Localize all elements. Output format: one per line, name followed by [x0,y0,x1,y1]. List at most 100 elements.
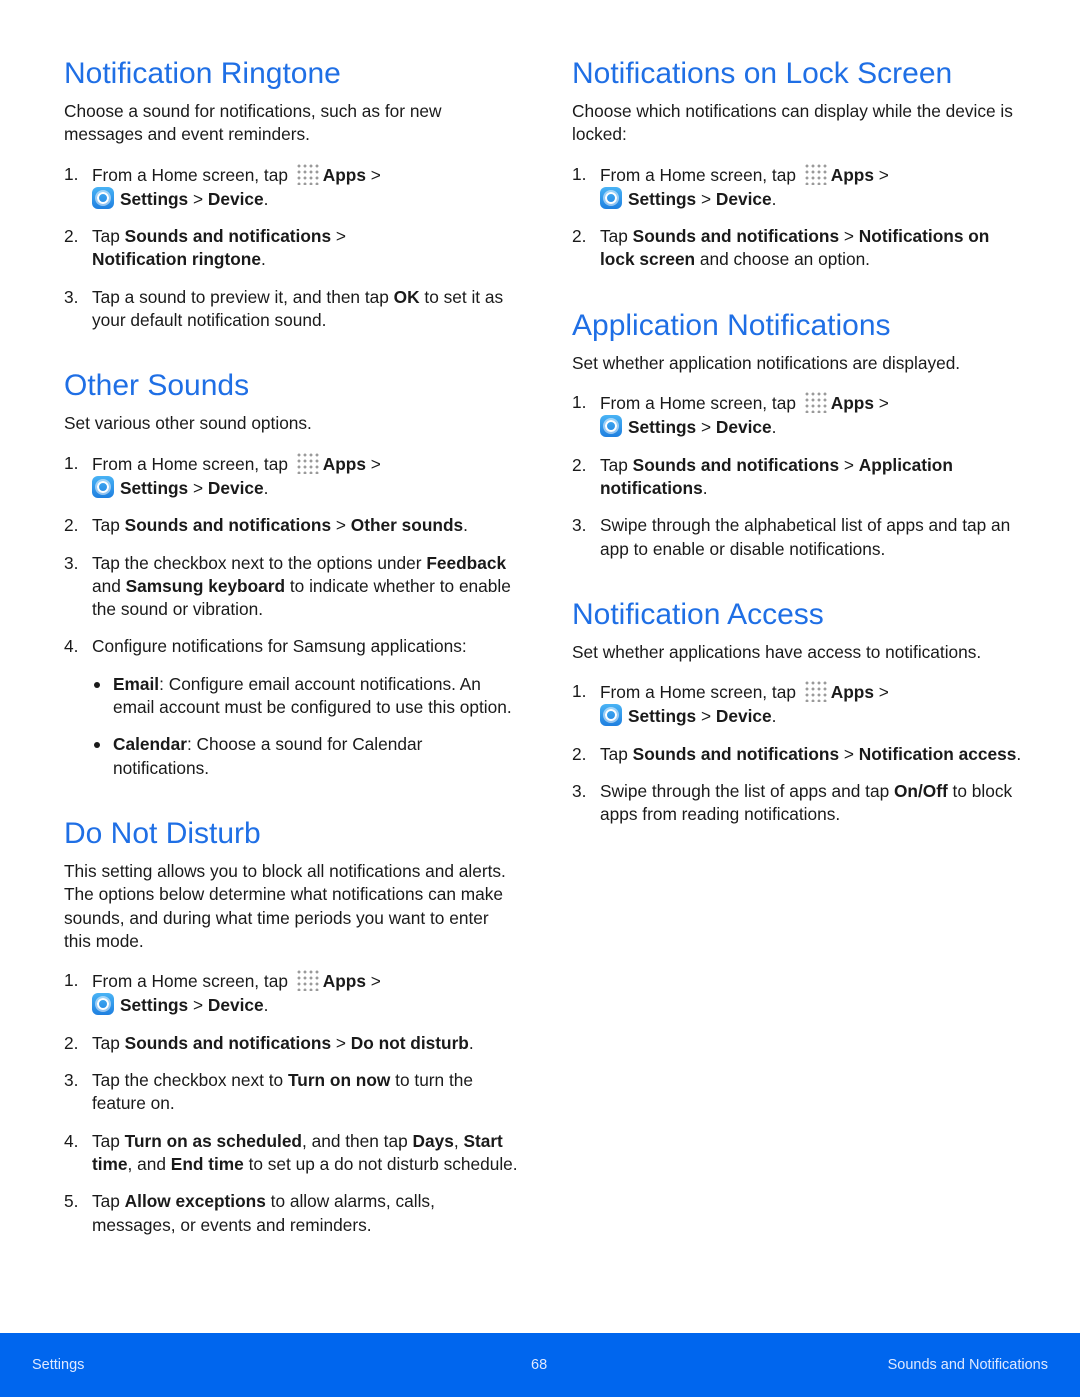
section: Other Sounds Set various other sound opti… [64,368,519,780]
step-number: 2. [572,743,587,764]
step-item: 1. From a Home screen, tap Apps > Setting… [572,162,1027,212]
text: . [463,515,468,536]
step-number: 2. [64,226,79,247]
text: , and [127,1153,171,1174]
page-number: 68 [531,1357,548,1373]
text: Tap [92,1191,125,1212]
bold-term: Settings [628,188,697,209]
text: > [188,188,208,209]
text: > [873,682,889,703]
settings-icon [600,186,622,209]
section-intro: Choose a sound for notifications, such a… [64,101,442,145]
text: > [696,706,716,727]
text: Tap the checkbox next to the options und… [92,552,427,573]
section-intro: Set whether applications have access to … [572,641,982,662]
step-item: 1. From a Home screen, tap Apps > Setting… [572,680,1027,729]
left-column: Notification Ringtone Choose a sound for … [64,56,519,1273]
bold-term: On/Off [893,781,948,802]
text: > [839,743,859,764]
text: Tap [92,226,125,247]
bold-term: Turn on now [287,1070,391,1091]
text: > [839,454,859,475]
step-number: 1. [572,681,587,702]
step-number: 1. [572,392,587,413]
bold-term: Apps [830,393,874,414]
step-item: 2. Tap Sounds and notifications > Other s… [64,514,519,537]
step-item: 3. Tap the checkbox next to the options u… [64,552,519,622]
text: . [468,1032,474,1053]
bold-term: Days [412,1130,454,1151]
step-number: 3. [572,515,587,536]
text: Tap [92,1130,125,1151]
bold-term: Settings [628,417,697,438]
section-heading: Other Sounds [64,369,250,403]
bold-term: Apps [322,971,366,992]
section-heading: Notification Ringtone [64,57,341,90]
step-item: 2. Tap Sounds and notifications > Notific… [64,225,519,272]
step-item: 2. Tap Sounds and notifications > Notific… [572,743,1027,766]
bold-term: OK [393,286,420,307]
settings-icon [92,993,114,1016]
step-number: 3. [64,552,79,573]
text: Tap [600,226,633,247]
step-number: 4. [64,636,79,657]
text: . [263,477,269,498]
section: Notification Access Set whether applicati… [572,597,1027,827]
bold-term: Turn on as scheduled [124,1130,302,1151]
section-intro: Choose which notifications can display w… [572,101,1013,145]
section-heading: Application Notifications [572,308,891,342]
apps-icon [295,451,320,474]
bold-term: Apps [830,164,874,185]
text: Swipe through the list of apps and tap [600,781,894,802]
text: . [263,995,269,1016]
text: From a Home screen, tap [600,164,801,185]
text: From a Home screen, tap [600,393,801,414]
text: > [331,515,351,536]
text: From a Home screen, tap [92,971,293,992]
step-number: 1. [572,163,587,184]
text: > [839,226,859,247]
step-number: 2. [64,515,79,536]
step-item: 3. Tap a sound to preview it, and then ta… [64,286,519,333]
text: > [188,477,208,498]
step-item: 5. Tap Allow exceptions to allow alarms, … [64,1190,519,1237]
step-number: 2. [572,226,587,247]
step-item: 3. Swipe through the alphabetical list of… [572,514,1027,561]
bold-term: Sounds and notifications [124,515,332,536]
text: > [696,188,716,209]
text: From a Home screen, tap [600,682,801,703]
footer-section: Settings [32,1357,85,1373]
text: Tap [600,454,633,475]
footer-chapter: Sounds and Notifications [887,1357,1048,1373]
step-number: 1. [64,452,79,473]
bold-term: Settings [120,477,189,498]
step-number: 3. [572,781,587,802]
settings-icon [92,186,114,209]
text: , [453,1130,464,1151]
step-number: 2. [572,454,587,475]
bold-term: Do not disturb [350,1032,469,1053]
text: . [702,477,708,498]
text: > [188,995,208,1016]
bold-term: Feedback [426,552,507,573]
step-item: 4. Configure notifications for Samsung ap… [64,635,519,779]
text: , and then tap [302,1130,413,1151]
bold-term: Notification access [858,743,1017,764]
step-number: 5. [64,1191,79,1212]
bold-term: Samsung keyboard [125,575,286,596]
step-number: 4. [64,1130,79,1151]
bold-term: Sounds and notifications [632,743,840,764]
text: . [771,417,777,438]
text: and choose an option. [695,249,870,270]
step-number: 3. [64,286,79,307]
bullet-item: Email: Configure email account notificat… [92,673,519,720]
step-item: 3. Tap the checkbox next to Turn on now t… [64,1069,519,1116]
section-intro: This setting allows you to block all not… [64,860,506,951]
text: > [873,164,889,185]
text: : Configure email account notifications.… [113,673,512,718]
bold-term: Notification ringtone [92,249,261,270]
text: > [696,417,716,438]
bold-term: Settings [120,995,189,1016]
step-item: 3. Swipe through the list of apps and tap… [572,780,1027,827]
bold-term: Email [113,673,160,694]
